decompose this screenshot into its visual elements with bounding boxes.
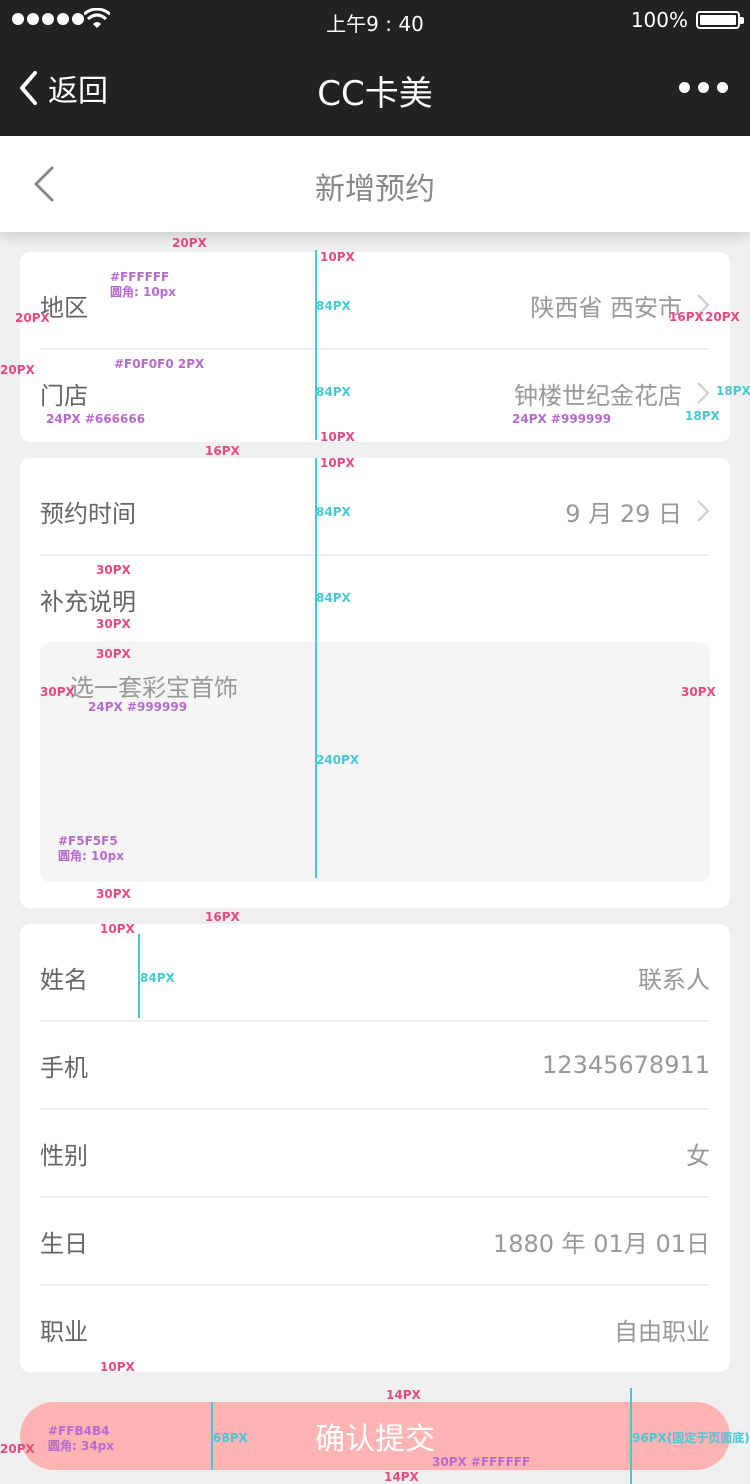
annotation-label: 20PX [0,363,35,377]
annotation-label: 96PX(固定于页面底) [632,1431,750,1445]
phone-label: 手机 [40,1053,88,1082]
annotation-label: 30PX [40,685,75,699]
annotation-label: 16PX [205,910,240,924]
annotation-label: #FFB4B4 [48,1424,110,1438]
birthday-field[interactable]: 1880 年 01月 01日 [493,1224,710,1259]
name-row[interactable]: 姓名 联系人 [20,934,730,1020]
annotation-label: 30PX [96,563,131,577]
gender-row[interactable]: 性别 女 [20,1110,730,1196]
annotation-label: 24PX #666666 [46,412,146,426]
annotation-label: 18PX [685,409,720,423]
nav-title: CC卡美 [317,74,433,114]
annotation-label: 20PX [705,310,740,324]
booking-time-value: 9 月 29 日 [565,499,682,528]
annotation-label: 20PX [15,311,50,325]
annotation-label: #FFFFFF [110,270,170,284]
page-header: 新增预约 [0,136,750,232]
annotation-label: 30PX #FFFFFF [432,1455,531,1469]
measure-line [315,250,317,440]
nav-bar: 返回 CC卡美 [0,40,750,136]
page-title: 新增预约 [315,172,435,207]
chevron-right-icon [697,382,710,404]
contact-card: 姓名 联系人 手机 12345678911 性别 女 生日 1880 年 01月… [20,924,730,1372]
annotation-label: 84PX [316,591,351,605]
annotation-label: 240PX [316,753,360,767]
annotation-label: 18PX [716,384,750,398]
annotation-label: 10PX [100,922,135,936]
annotation-label: 24PX #999999 [88,700,188,714]
name-field[interactable]: 联系人 [638,960,710,995]
phone-row[interactable]: 手机 12345678911 [20,1022,730,1108]
battery-percent: 100% [630,8,688,32]
job-label: 职业 [40,1317,88,1346]
annotation-label: #F0F0F0 2PX [114,357,205,371]
submit-button[interactable]: 确认提交 [20,1402,730,1470]
annotation-label: 30PX [96,617,131,631]
note-label: 补充说明 [40,587,136,616]
annotation-label: 10PX [320,456,355,470]
chevron-right-icon [697,500,710,522]
annotation-label: 68PX [213,1431,248,1445]
battery-icon [696,11,744,29]
phone-field[interactable]: 12345678911 [542,1051,710,1079]
submit-label: 确认提交 [315,1422,435,1457]
annotation-label: #F5F5F5 [58,834,118,848]
annotation-label: 圆角: 10px [110,285,177,299]
gender-field[interactable]: 女 [686,1136,710,1171]
annotation-label: 84PX [316,505,351,519]
booking-time-row[interactable]: 预约时间 9 月 29 日 [20,468,730,554]
annotation-label: 14PX [384,1470,419,1484]
note-textarea[interactable]: 选一套彩宝首饰 [40,642,710,882]
store-label: 门店 [40,381,88,410]
birthday-row[interactable]: 生日 1880 年 01月 01日 [20,1198,730,1284]
measure-line [315,458,317,878]
region-value: 陕西省 西安市 [530,293,682,322]
annotation-label: 30PX [96,887,131,901]
annotation-label: 10PX [320,430,355,444]
gender-label: 性别 [40,1141,88,1170]
annotation-label: 20PX [172,236,207,250]
annotation-label: 84PX [140,971,175,985]
more-icon[interactable] [679,82,728,93]
annotation-label: 10PX [320,250,355,264]
annotation-label: 84PX [316,385,351,399]
birthday-label: 生日 [40,1229,88,1258]
annotation-label: 10PX [100,1360,135,1374]
booking-card: 预约时间 9 月 29 日 补充说明 选一套彩宝首饰 [20,458,730,908]
name-label: 姓名 [40,965,88,994]
annotation-label: 20PX [0,1442,35,1456]
annotation-label: 30PX [96,647,131,661]
annotation-label: 30PX [681,685,716,699]
job-field[interactable]: 自由职业 [614,1312,710,1347]
annotation-label: 84PX [316,299,351,313]
status-bar: 上午9 : 40 100% [0,0,750,40]
annotation-label: 圆角: 10px [58,849,125,863]
annotation-label: 16PX [205,444,240,458]
annotation-label: 圆角: 34px [48,1439,115,1453]
annotation-label: 16PX [669,310,704,324]
booking-time-label: 预约时间 [40,499,136,528]
annotation-label: 14PX [386,1388,421,1402]
annotation-label: 24PX #999999 [512,412,612,426]
note-placeholder: 选一套彩宝首饰 [70,674,238,702]
store-value: 钟楼世纪金花店 [514,381,682,410]
